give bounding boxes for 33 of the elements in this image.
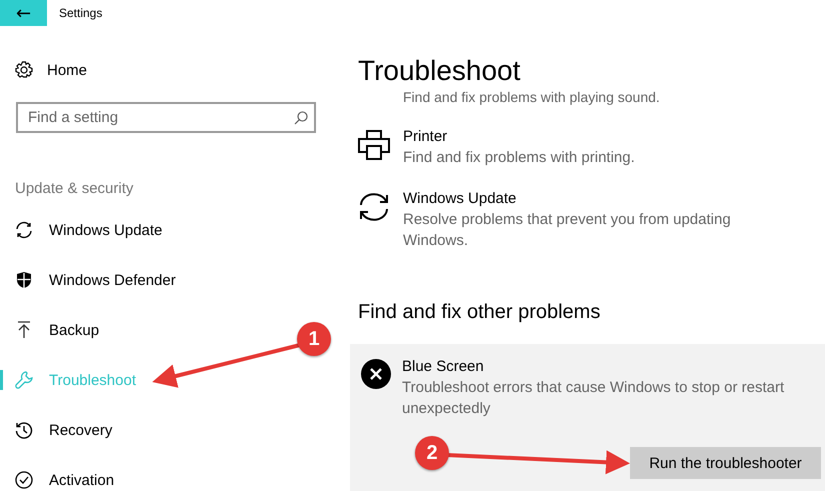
window-title: Settings xyxy=(59,6,102,20)
run-troubleshooter-button[interactable]: Run the troubleshooter xyxy=(630,447,821,479)
sync-icon xyxy=(358,192,390,222)
troubleshooter-description: Troubleshoot errors that cause Windows to stop or restart unexpectedly xyxy=(402,378,786,419)
section-heading: Update & security xyxy=(15,180,134,199)
troubleshooter-description: Find and fix problems with printing. xyxy=(403,148,636,168)
upload-arrow-icon xyxy=(17,321,31,339)
search-field[interactable]: Find a setting xyxy=(16,102,316,133)
sidebar-item[interactable]: Activation xyxy=(0,455,114,491)
sidebar-item[interactable]: Windows Defender xyxy=(0,255,176,305)
page-title: Troubleshoot xyxy=(358,54,520,88)
selection-bar xyxy=(0,370,3,390)
troubleshooter-description: Find and fix problems with playing sound. xyxy=(403,88,660,106)
history-icon xyxy=(15,421,33,439)
settings-icon xyxy=(15,61,33,79)
search-icon xyxy=(294,111,308,125)
troubleshooter-title: Printer xyxy=(403,127,448,147)
error-icon xyxy=(361,359,391,389)
back-button[interactable]: ← xyxy=(0,0,47,26)
check-circle-icon xyxy=(15,471,33,489)
printer-icon xyxy=(358,130,390,160)
sidebar-item[interactable]: Recovery xyxy=(0,405,112,455)
step-badge: 1 xyxy=(297,322,331,356)
sidebar-item[interactable]: Backup xyxy=(0,305,100,355)
section-heading: Find and fix other problems xyxy=(358,300,600,325)
sidebar-item[interactable]: Windows Update xyxy=(0,205,162,255)
shield-icon xyxy=(16,271,32,289)
troubleshooter-title: Windows Update xyxy=(403,189,516,209)
wrench-icon xyxy=(15,371,33,389)
troubleshooter-title: Blue Screen xyxy=(402,357,484,377)
home-link[interactable]: Home xyxy=(15,57,88,83)
sync-icon xyxy=(15,221,33,239)
troubleshooter-description: Resolve problems that prevent you from updating Windows. xyxy=(403,210,732,251)
